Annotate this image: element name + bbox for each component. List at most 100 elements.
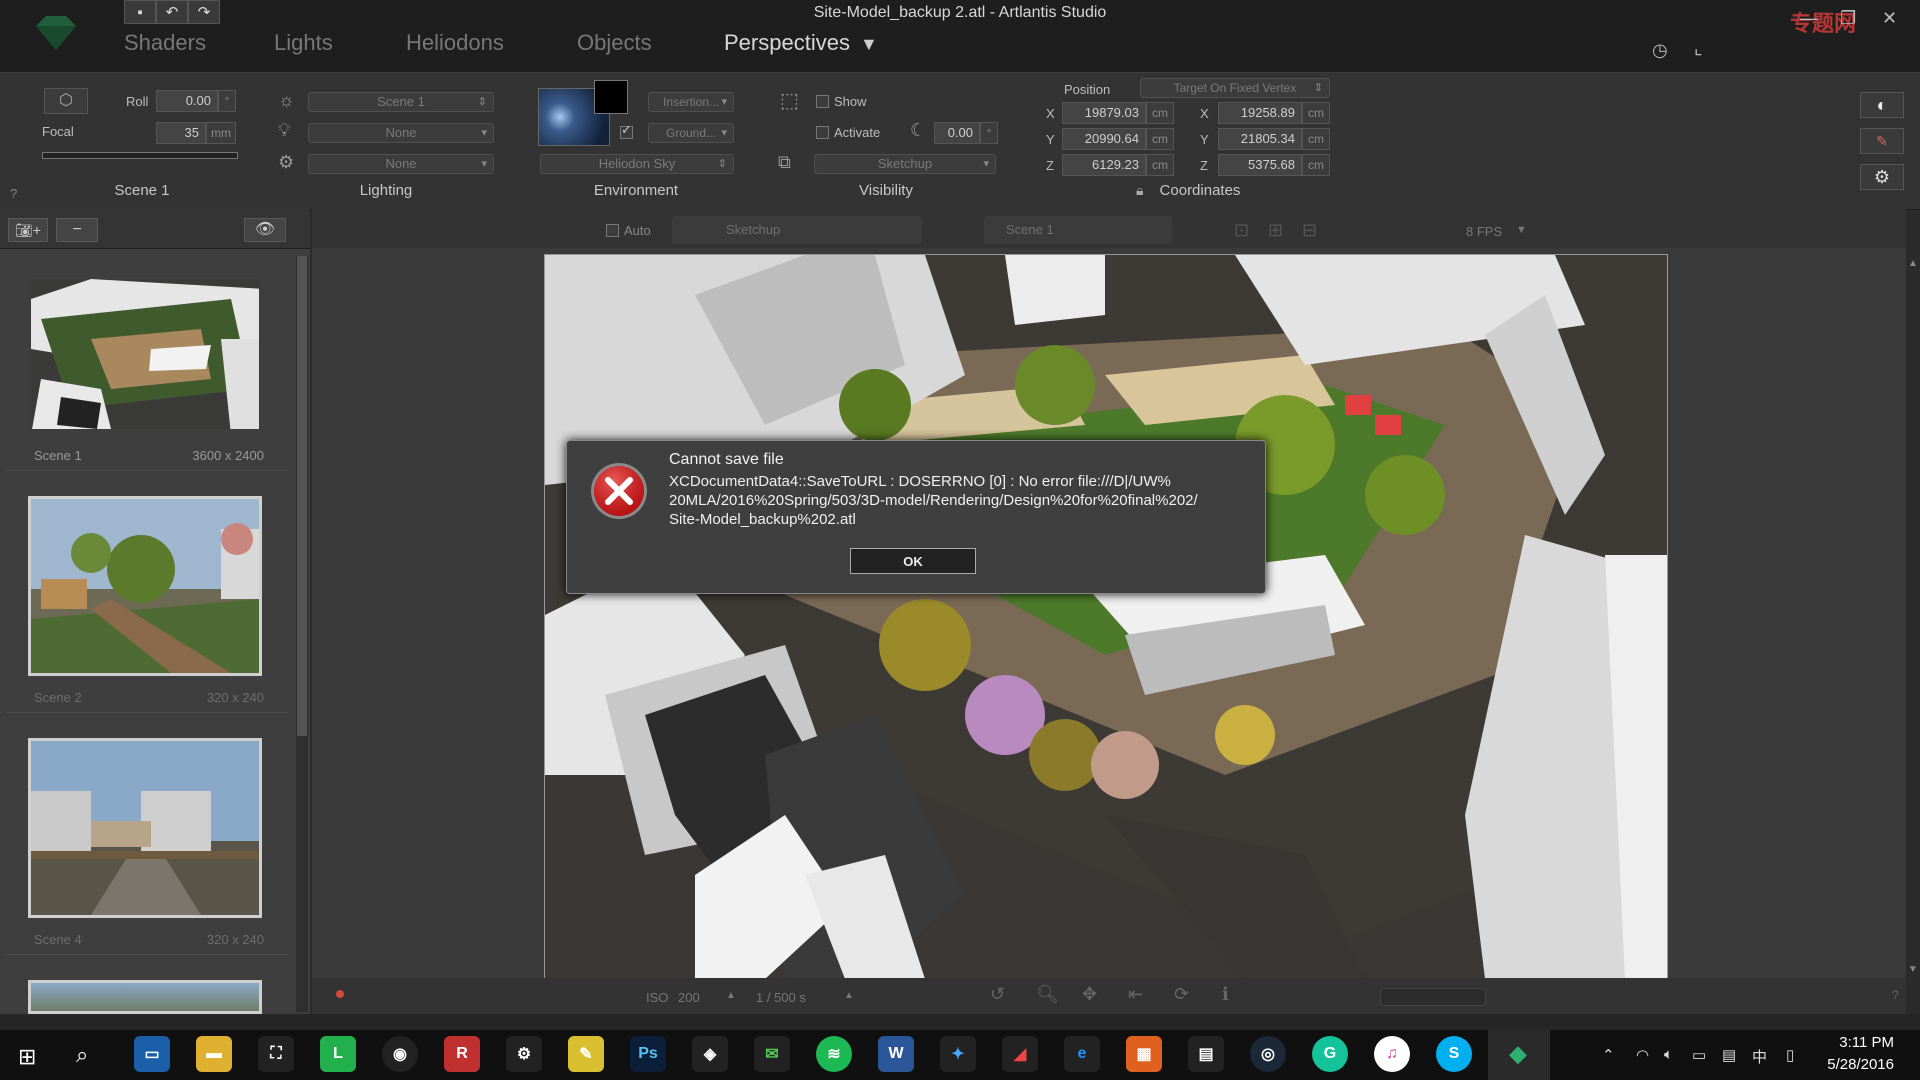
tab-objects[interactable]: Objects bbox=[577, 30, 652, 56]
scene-next-thumbnail[interactable] bbox=[28, 980, 262, 1014]
word-icon[interactable]: W bbox=[878, 1036, 914, 1072]
rhino-icon[interactable]: R bbox=[444, 1036, 480, 1072]
autocad-icon[interactable]: ◢ bbox=[1002, 1036, 1038, 1072]
orbit-icon[interactable]: ⟳ bbox=[1174, 984, 1189, 1005]
scene-view-selector[interactable]: Scene 1 bbox=[984, 216, 1172, 244]
tab-perspectives[interactable]: Perspectives bbox=[724, 30, 850, 56]
layout-quad-icon[interactable]: ⊞ bbox=[1268, 220, 1283, 241]
store-icon[interactable]: ⛶ bbox=[258, 1036, 294, 1072]
scene-2-thumbnail[interactable] bbox=[28, 496, 262, 676]
rotate-icon[interactable]: ↺ bbox=[990, 984, 1005, 1005]
scene-list-scroll-thumb[interactable] bbox=[297, 256, 307, 736]
shutter-value[interactable]: 1 / 500 s bbox=[756, 990, 806, 1005]
scroll-up-icon[interactable]: ▲ bbox=[1908, 258, 1918, 269]
zoom-icon[interactable]: 🔍︎ bbox=[1036, 984, 1059, 1005]
close-icon[interactable]: ✕ bbox=[1882, 8, 1897, 29]
position-y-field[interactable]: 20990.64 bbox=[1062, 128, 1146, 150]
lock-icon[interactable]: 🔒︎ bbox=[1136, 182, 1143, 199]
settings-gear-icon[interactable]: ⚙ bbox=[1860, 164, 1904, 190]
clock-date[interactable]: 5/28/2016 bbox=[1818, 1056, 1894, 1073]
photoshop-icon[interactable]: Ps bbox=[630, 1036, 666, 1072]
info-icon[interactable]: ℹ bbox=[1222, 984, 1229, 1005]
notification-icon[interactable]: ▤ bbox=[1722, 1046, 1736, 1064]
spotify-icon[interactable]: ≋ bbox=[816, 1036, 852, 1072]
scene-1-thumbnail[interactable] bbox=[28, 276, 262, 432]
tab-lights[interactable]: Lights bbox=[274, 30, 333, 56]
lighting-light-dropdown[interactable]: None bbox=[308, 123, 494, 143]
ime-indicator[interactable]: 中 bbox=[1752, 1046, 1767, 1067]
iso-value[interactable]: 200 bbox=[678, 990, 700, 1005]
iso-stepper-icon[interactable]: ▲ bbox=[726, 990, 736, 1001]
axis-icon[interactable]: ⌞ bbox=[1694, 38, 1702, 59]
fps-selector[interactable]: 8 FPS bbox=[1466, 224, 1502, 239]
focal-slider[interactable] bbox=[42, 152, 238, 159]
desktop-app-icon[interactable]: ▭ bbox=[134, 1036, 170, 1072]
steam-icon[interactable]: ◎ bbox=[1250, 1036, 1286, 1072]
walk-icon[interactable]: ⇤ bbox=[1128, 984, 1143, 1005]
start-windows-icon[interactable]: ⊞ bbox=[18, 1044, 36, 1070]
roll-field[interactable]: 0.00 bbox=[156, 90, 218, 112]
navigation-slider[interactable] bbox=[1380, 988, 1486, 1006]
insertion-button[interactable]: Insertion... bbox=[648, 92, 734, 112]
scroll-down-icon[interactable]: ▼ bbox=[1908, 964, 1918, 975]
tab-shaders[interactable]: Shaders bbox=[124, 30, 206, 56]
minimize-icon[interactable]: — bbox=[1800, 8, 1818, 29]
internet-explorer-icon[interactable]: e bbox=[1064, 1036, 1100, 1072]
lighting-sun-dropdown[interactable]: Scene 1 bbox=[308, 92, 494, 112]
help-icon[interactable]: ? bbox=[10, 186, 17, 201]
foreground-color-swatch[interactable] bbox=[594, 80, 628, 114]
record-icon[interactable] bbox=[336, 990, 344, 998]
line-app-icon[interactable]: L bbox=[320, 1036, 356, 1072]
target-z-field[interactable]: 5375.68 bbox=[1218, 154, 1302, 176]
tab-heliodons[interactable]: Heliodons bbox=[406, 30, 504, 56]
remove-scene-button[interactable]: − bbox=[56, 218, 98, 242]
itunes-icon[interactable]: ♫ bbox=[1374, 1036, 1410, 1072]
wechat-icon[interactable]: ✉ bbox=[754, 1036, 790, 1072]
shutter-stepper-icon[interactable]: ▲ bbox=[844, 990, 854, 1001]
scene-4-thumbnail[interactable] bbox=[28, 738, 262, 918]
perspectives-dropdown-icon[interactable]: ▼ bbox=[860, 34, 878, 55]
battery-icon[interactable]: ▭ bbox=[1692, 1046, 1706, 1064]
fps-dropdown-icon[interactable]: ▼ bbox=[1516, 224, 1527, 236]
render-viewport[interactable] bbox=[544, 254, 1668, 980]
search-icon[interactable]: ⌕ bbox=[76, 1042, 88, 1068]
color-pencil-icon[interactable]: ✎ bbox=[1860, 128, 1904, 154]
lighting-third-dropdown[interactable]: None bbox=[308, 154, 494, 174]
auto-checkbox[interactable] bbox=[606, 224, 619, 237]
clock-time[interactable]: 3:11 PM bbox=[1818, 1034, 1894, 1051]
camera-view-icon[interactable]: ⬡ bbox=[44, 88, 88, 114]
focal-field[interactable]: 35 bbox=[156, 122, 206, 144]
layout-split-icon[interactable]: ⊟ bbox=[1302, 220, 1317, 241]
sketchup-view-selector[interactable]: Sketchup bbox=[672, 216, 922, 244]
heliodon-sky-dropdown[interactable]: Heliodon Sky bbox=[540, 154, 734, 174]
position-z-field[interactable]: 6129.23 bbox=[1062, 154, 1146, 176]
sketchup-icon[interactable]: ◈ bbox=[692, 1036, 728, 1072]
bird-app-icon[interactable]: ✦ bbox=[940, 1036, 976, 1072]
activate-checkbox[interactable] bbox=[816, 126, 829, 139]
chrome-icon[interactable]: ◉ bbox=[382, 1036, 418, 1072]
calendar-icon[interactable]: ▤ bbox=[1188, 1036, 1224, 1072]
layout-single-icon[interactable]: ⊡ bbox=[1234, 220, 1249, 241]
pan-icon[interactable]: ✥ bbox=[1082, 984, 1097, 1005]
show-checkbox[interactable] bbox=[816, 95, 829, 108]
target-mode-dropdown[interactable]: Target On Fixed Vertex bbox=[1140, 78, 1330, 98]
grammarly-icon[interactable]: G bbox=[1312, 1036, 1348, 1072]
ground-button[interactable]: Ground... bbox=[648, 123, 734, 143]
volume-icon[interactable]: 🔈︎ bbox=[1664, 1046, 1673, 1063]
file-explorer-icon[interactable]: ▬ bbox=[196, 1036, 232, 1072]
office-icon[interactable]: ▦ bbox=[1126, 1036, 1162, 1072]
skype-icon[interactable]: S bbox=[1436, 1036, 1472, 1072]
position-x-field[interactable]: 19879.03 bbox=[1062, 102, 1146, 124]
artlantis-taskbar-icon[interactable]: ◆ bbox=[1500, 1036, 1536, 1072]
steamvr-icon[interactable]: ⚙ bbox=[506, 1036, 542, 1072]
angle-field[interactable]: 0.00 bbox=[934, 122, 980, 144]
wifi-icon[interactable]: ◠ bbox=[1636, 1046, 1649, 1064]
eye-icon[interactable]: 👁︎ bbox=[244, 218, 286, 242]
target-x-field[interactable]: 19258.89 bbox=[1218, 102, 1302, 124]
tray-chevron-icon[interactable]: ⌃ bbox=[1602, 1046, 1615, 1064]
keep-icon[interactable]: ✎ bbox=[568, 1036, 604, 1072]
add-camera-icon[interactable]: 📷︎+ bbox=[8, 218, 48, 242]
bottom-help-icon[interactable]: ? bbox=[1892, 988, 1899, 1002]
target-y-field[interactable]: 21805.34 bbox=[1218, 128, 1302, 150]
action-center-icon[interactable]: ▯ bbox=[1786, 1046, 1794, 1064]
